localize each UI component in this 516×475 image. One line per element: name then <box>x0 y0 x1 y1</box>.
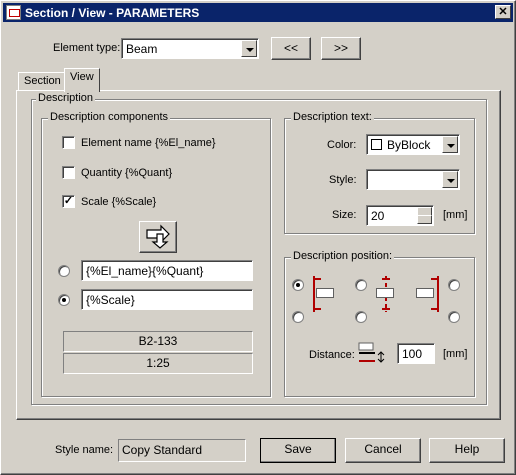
element-type-dropdown[interactable]: Beam <box>121 38 259 59</box>
previous-button[interactable]: << <box>271 37 311 60</box>
position-left-icon <box>311 276 337 312</box>
insert-component-button[interactable] <box>139 221 177 253</box>
help-button[interactable]: Help <box>429 438 505 463</box>
tab-section[interactable]: Section <box>18 72 67 91</box>
scale-label: Scale {%Scale} <box>81 196 157 208</box>
element-name-checkbox[interactable] <box>62 136 75 149</box>
style-name-field: Copy Standard <box>118 439 246 462</box>
style-name-label: Style name: <box>55 444 114 456</box>
color-swatch <box>371 139 382 150</box>
size-value: 20 <box>371 209 385 223</box>
option-value-1: {%El_name}{%Quant} <box>86 264 204 278</box>
element-type-label: Element type: <box>53 42 121 54</box>
option-radio-2[interactable] <box>58 294 70 306</box>
color-value: ByBlock <box>387 138 431 152</box>
title-bar[interactable]: Section / View - PARAMETERS ✕ <box>3 3 513 22</box>
option-radio-1[interactable] <box>58 265 70 277</box>
distance-icon <box>358 342 385 363</box>
size-unit: [mm] <box>443 209 468 221</box>
quantity-checkbox[interactable] <box>62 166 75 179</box>
size-label: Size: <box>332 209 357 221</box>
element-name-label: Element name {%El_name} <box>81 137 216 149</box>
position-radio-top-left[interactable] <box>292 279 304 291</box>
size-spin-buttons[interactable] <box>417 207 432 224</box>
quantity-label: Quantity {%Quant} <box>81 167 173 179</box>
position-center-icon <box>373 276 399 312</box>
cancel-button[interactable]: Cancel <box>345 438 421 463</box>
parameters-dialog: Section / View - PARAMETERS ✕ Element ty… <box>0 0 516 475</box>
element-type-value: Beam <box>126 42 158 56</box>
description-group-title: Description <box>36 92 96 104</box>
option-value-2: {%Scale} <box>86 293 135 307</box>
chevron-down-icon[interactable] <box>241 40 257 57</box>
description-components-title: Description components <box>48 111 171 123</box>
style-dropdown[interactable] <box>366 169 460 190</box>
option-field-2[interactable]: {%Scale} <box>81 289 253 310</box>
description-text-title: Description text: <box>291 111 374 123</box>
distance-input[interactable]: 100 <box>397 343 435 364</box>
color-label: Color: <box>327 139 357 151</box>
app-icon <box>6 5 21 20</box>
distance-unit: [mm] <box>443 348 468 360</box>
distance-label: Distance: <box>309 349 355 361</box>
color-dropdown[interactable]: ByBlock <box>366 134 460 155</box>
position-radio-bottom-left[interactable] <box>292 311 304 323</box>
size-spinner[interactable]: 20 <box>366 205 434 226</box>
next-button[interactable]: >> <box>321 37 361 60</box>
spin-down-icon[interactable] <box>417 215 432 224</box>
position-radio-bottom-right[interactable] <box>448 311 460 323</box>
chevron-down-icon[interactable] <box>442 171 458 188</box>
position-right-icon <box>415 276 441 312</box>
tab-view[interactable]: View <box>64 68 100 92</box>
scale-checkbox[interactable]: ✓ <box>62 195 75 208</box>
window-title: Section / View - PARAMETERS <box>25 6 200 20</box>
close-button[interactable]: ✕ <box>495 5 511 19</box>
preview-line-2: 1:25 <box>63 353 253 374</box>
distance-value: 100 <box>402 347 423 361</box>
save-button[interactable]: Save <box>260 438 336 463</box>
position-radio-bottom-center[interactable] <box>355 311 367 323</box>
chevron-down-icon[interactable] <box>442 136 458 153</box>
position-radio-top-right[interactable] <box>448 279 460 291</box>
description-position-title: Description position: <box>291 250 395 262</box>
option-field-1[interactable]: {%El_name}{%Quant} <box>81 260 253 281</box>
position-radio-top-center[interactable] <box>355 279 367 291</box>
arrow-insert-icon <box>146 224 170 249</box>
preview-line-1: B2-133 <box>63 331 253 352</box>
style-label: Style: <box>329 174 357 186</box>
